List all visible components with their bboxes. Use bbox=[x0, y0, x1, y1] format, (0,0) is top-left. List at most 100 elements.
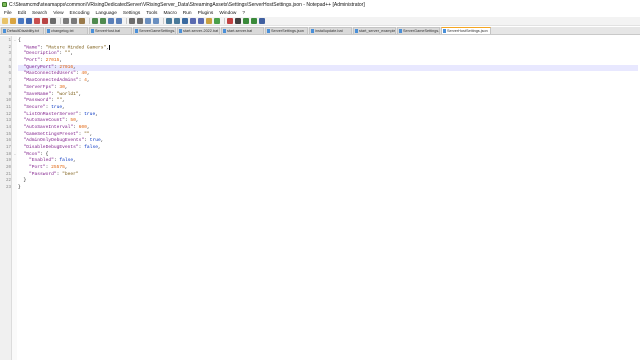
save-icon[interactable] bbox=[18, 18, 24, 24]
code-token: "AutoSaveInterval" bbox=[18, 124, 74, 130]
code-line[interactable]: 7 "MaxConnectedAdmins": 4, bbox=[8, 78, 638, 85]
code-line[interactable]: 4 "Port": 27015, bbox=[8, 58, 638, 65]
file-tab[interactable]: ServerGameSettings.json bbox=[133, 27, 176, 34]
code-line[interactable]: 8 "ServerFps": 30, bbox=[8, 85, 638, 92]
word-wrap-icon[interactable] bbox=[166, 18, 172, 24]
code-line[interactable]: 2 "Name": "Mature Minded Gamers", bbox=[8, 44, 638, 52]
copy-icon[interactable] bbox=[71, 18, 77, 24]
file-tab[interactable]: ServerHostSettings.json bbox=[441, 27, 491, 34]
save-macro-icon[interactable] bbox=[259, 18, 265, 24]
sync-v-icon[interactable] bbox=[145, 18, 151, 24]
fold-toggle-icon[interactable]: - bbox=[13, 153, 17, 157]
menu-view[interactable]: View bbox=[53, 11, 63, 16]
code-token: "QueryPort" bbox=[18, 64, 54, 70]
print-icon[interactable] bbox=[50, 18, 56, 24]
code-line[interactable]: 22 } bbox=[6, 178, 638, 185]
code-token: , bbox=[62, 98, 65, 104]
file-tab[interactable]: ServerSettings.json bbox=[265, 27, 308, 34]
code-line[interactable]: 14 "AutoSaveInterval": 600, bbox=[6, 124, 638, 132]
code-line[interactable]: 11 "Secure": true, bbox=[6, 105, 638, 112]
code-token: , bbox=[86, 124, 90, 130]
zoom-out-icon[interactable] bbox=[137, 18, 143, 24]
function-list-icon[interactable] bbox=[198, 18, 204, 24]
menu-search[interactable]: Search bbox=[32, 11, 47, 16]
line-number: 22 bbox=[5, 179, 11, 184]
code-line[interactable]: 5 "QueryPort": 27016, bbox=[8, 64, 638, 72]
code-line[interactable]: 17 "DisableDebugEvents": false, bbox=[6, 145, 638, 152]
menu-macro[interactable]: Macro bbox=[163, 11, 176, 16]
code-line[interactable]: 16 "AdminOnlyDebugEvents": true, bbox=[6, 138, 638, 145]
code-line[interactable]: 6 "MaxConnectedUsers": 40, bbox=[8, 71, 638, 78]
replace-icon[interactable] bbox=[116, 18, 122, 24]
new-file-icon[interactable] bbox=[2, 18, 8, 24]
toolbar-separator bbox=[89, 18, 90, 24]
file-tab[interactable]: changelog.txt bbox=[45, 27, 88, 34]
editor[interactable]: 1-{2 "Name": "Mature Minded Gamers", 3 "D… bbox=[0, 36, 640, 360]
code-line[interactable]: 13 "AutoSaveCount": 50, bbox=[6, 118, 638, 125]
code-line[interactable]: 20 "Port": 25575, bbox=[6, 165, 638, 172]
line-number: 3 bbox=[8, 52, 11, 57]
play-macro-icon[interactable] bbox=[243, 18, 249, 24]
menu-help[interactable]: ? bbox=[242, 11, 245, 16]
find-icon[interactable] bbox=[108, 18, 114, 24]
redo-icon[interactable] bbox=[100, 18, 106, 24]
code-line[interactable]: 12 "ListOnMasterServer": true, bbox=[6, 111, 638, 119]
menu-encoding[interactable]: Encoding bbox=[70, 11, 90, 16]
menu-run[interactable]: Run bbox=[183, 11, 192, 16]
code-line[interactable]: 21 "Password": "beer" bbox=[6, 171, 638, 179]
sync-h-icon[interactable] bbox=[153, 18, 159, 24]
code-line[interactable]: 1-{ bbox=[8, 38, 638, 45]
line-number: 17 bbox=[5, 146, 11, 150]
indent-guide-icon[interactable] bbox=[182, 18, 188, 24]
line-number: 1 bbox=[8, 39, 11, 43]
file-tab[interactable]: ServerGameSettings.json bbox=[397, 27, 440, 34]
code-token: true bbox=[89, 138, 101, 144]
menu-file[interactable]: File bbox=[4, 11, 12, 16]
undo-icon[interactable] bbox=[92, 18, 98, 24]
monitoring-icon[interactable] bbox=[214, 18, 220, 24]
code-line[interactable]: 3 "Description": "", bbox=[8, 51, 638, 58]
stop-macro-icon[interactable] bbox=[235, 18, 241, 24]
paste-icon[interactable] bbox=[79, 18, 85, 24]
file-tab[interactable]: start-server-2022.bat bbox=[177, 27, 220, 34]
show-all-chars-icon[interactable] bbox=[174, 18, 180, 24]
code-line[interactable]: 10 "Password": "", bbox=[6, 98, 638, 105]
file-tab[interactable]: DefaultDisability.txt bbox=[1, 27, 44, 34]
open-file-icon[interactable] bbox=[10, 18, 16, 24]
file-tab[interactable]: start_server_example.bat bbox=[353, 27, 396, 34]
code-token: "Enabled" bbox=[18, 158, 54, 164]
code-line[interactable]: 19 "Enabled": false, bbox=[6, 158, 638, 165]
file-tab[interactable]: ServerHost.bat bbox=[89, 27, 132, 34]
menu-plugins[interactable]: Plugins bbox=[198, 11, 214, 16]
save-all-icon[interactable] bbox=[26, 18, 32, 24]
code-line[interactable]: 9 "SaveName": "world1", bbox=[8, 92, 638, 99]
code-line[interactable]: 15 "GameSettingsPreset": "", bbox=[6, 132, 638, 139]
file-tab[interactable]: start-server.bat bbox=[221, 27, 264, 34]
code-line[interactable]: 23} bbox=[6, 185, 638, 192]
zoom-in-icon[interactable] bbox=[129, 18, 135, 24]
file-tab[interactable]: installupdate.bat bbox=[309, 27, 352, 34]
menu-edit[interactable]: Edit bbox=[18, 11, 26, 16]
menu-window[interactable]: Window bbox=[219, 11, 236, 16]
record-macro-icon[interactable] bbox=[227, 18, 233, 24]
code-token: true bbox=[84, 111, 96, 117]
code-token: false bbox=[84, 145, 98, 150]
cut-icon[interactable] bbox=[63, 18, 69, 24]
code-token: , bbox=[64, 165, 68, 171]
code-area[interactable]: 1-{2 "Name": "Mature Minded Gamers", 3 "D… bbox=[6, 38, 638, 192]
code-token: , bbox=[73, 64, 76, 70]
close-icon[interactable] bbox=[34, 18, 40, 24]
menu-language[interactable]: Language bbox=[96, 11, 117, 16]
file-tab-label: ServerGameSettings.json bbox=[403, 29, 439, 33]
folder-workspace-icon[interactable] bbox=[206, 18, 212, 24]
code-token: , bbox=[97, 145, 101, 150]
code-token: "Password" bbox=[18, 171, 57, 177]
code-token: 25575 bbox=[51, 165, 65, 171]
close-all-icon[interactable] bbox=[42, 18, 48, 24]
doc-map-icon[interactable] bbox=[190, 18, 196, 24]
code-line[interactable]: 18- "Rcon": { bbox=[6, 152, 638, 159]
fold-toggle-icon[interactable]: - bbox=[13, 39, 17, 43]
menu-tools[interactable]: Tools bbox=[146, 11, 157, 16]
menu-settings[interactable]: Settings bbox=[123, 11, 140, 16]
run-macro-multiple-icon[interactable] bbox=[251, 18, 257, 24]
